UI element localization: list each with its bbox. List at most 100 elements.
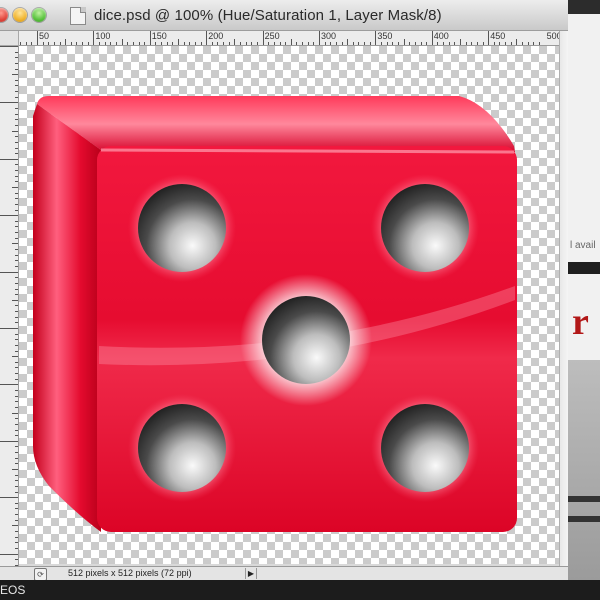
ruler-tick bbox=[465, 42, 467, 45]
ruler-tick bbox=[499, 42, 501, 45]
ruler-tick bbox=[15, 62, 18, 64]
ruler-tick bbox=[12, 243, 18, 245]
ruler-label: 350 bbox=[377, 31, 393, 41]
dice-image bbox=[33, 96, 517, 532]
ruler-tick bbox=[369, 42, 371, 45]
ruler-tick bbox=[302, 42, 304, 45]
ruler-tick bbox=[15, 153, 18, 155]
ruler-tick bbox=[493, 42, 495, 45]
ruler-tick bbox=[15, 378, 18, 380]
document-icon bbox=[70, 7, 86, 25]
ruler-tick bbox=[538, 42, 540, 45]
ruler-tick bbox=[15, 367, 18, 369]
horizontal-ruler[interactable]: 50 100 150 200 250 300 350 400 450 500 bbox=[19, 31, 559, 46]
ruler-tick bbox=[183, 42, 185, 45]
ruler-tick bbox=[0, 497, 18, 499]
ruler-tick bbox=[15, 254, 18, 256]
ruler-tick bbox=[15, 519, 18, 521]
ruler-tick bbox=[31, 42, 33, 45]
ruler-tick bbox=[15, 457, 18, 459]
ruler-tick bbox=[15, 452, 18, 454]
ruler-tick bbox=[132, 42, 134, 45]
ruler-tick bbox=[99, 42, 101, 45]
zoom-window-button[interactable] bbox=[32, 8, 46, 22]
ruler-tick bbox=[12, 525, 18, 527]
ruler-tick bbox=[15, 198, 18, 200]
ruler-tick bbox=[335, 42, 337, 45]
ruler-label: 400 bbox=[433, 31, 449, 41]
pip-bottom-right bbox=[381, 404, 469, 492]
pip-bottom-left bbox=[138, 404, 226, 492]
ruler-tick bbox=[20, 42, 22, 45]
ruler-tick bbox=[15, 232, 18, 234]
ruler-label: 450 bbox=[490, 31, 506, 41]
export-icon[interactable]: ⟳ bbox=[34, 568, 47, 580]
ruler-tick bbox=[15, 531, 18, 533]
ruler-tick bbox=[15, 401, 18, 403]
ruler-tick bbox=[15, 136, 18, 138]
ruler-tick bbox=[15, 406, 18, 408]
title-bar[interactable]: dice.psd @ 100% (Hue/Saturation 1, Layer… bbox=[0, 0, 568, 31]
ruler-tick bbox=[290, 39, 292, 45]
ruler-label: 250 bbox=[264, 31, 280, 41]
ruler-tick bbox=[15, 333, 18, 335]
ruler-tick bbox=[15, 311, 18, 313]
ruler-tick bbox=[15, 474, 18, 476]
ruler-tick bbox=[15, 220, 18, 222]
ruler-tick bbox=[471, 42, 473, 45]
document-info[interactable]: 512 pixels x 512 pixels (72 ppi) bbox=[68, 568, 192, 578]
ruler-tick bbox=[82, 42, 84, 45]
background-top-strip bbox=[568, 0, 600, 14]
ruler-tick bbox=[15, 141, 18, 143]
dice-top-face bbox=[37, 96, 515, 152]
ruler-tick bbox=[121, 39, 123, 45]
ruler-tick bbox=[15, 91, 18, 93]
ruler-tick bbox=[15, 68, 18, 70]
document-canvas[interactable] bbox=[19, 46, 559, 564]
ruler-tick bbox=[341, 42, 343, 45]
ruler-tick bbox=[262, 31, 264, 45]
vertical-scrollbar[interactable] bbox=[559, 31, 568, 566]
ruler-tick bbox=[15, 429, 18, 431]
ruler-tick bbox=[12, 412, 18, 414]
ruler-label: 50 bbox=[39, 31, 50, 41]
ruler-tick bbox=[15, 79, 18, 81]
vertical-ruler[interactable] bbox=[0, 46, 19, 566]
ruler-tick bbox=[240, 42, 242, 45]
ruler-tick bbox=[409, 42, 411, 45]
ruler-tick bbox=[358, 42, 360, 45]
ruler-tick bbox=[15, 536, 18, 538]
ruler-tick bbox=[234, 39, 236, 45]
ruler-tick bbox=[307, 42, 309, 45]
ruler-tick bbox=[15, 423, 18, 425]
ruler-tick bbox=[15, 249, 18, 251]
close-window-button[interactable] bbox=[0, 8, 8, 22]
ruler-tick bbox=[70, 42, 72, 45]
background-dark-bar bbox=[568, 262, 600, 274]
ruler-tick bbox=[15, 339, 18, 341]
window-title: dice.psd @ 100% (Hue/Saturation 1, Layer… bbox=[94, 7, 442, 24]
ruler-tick bbox=[15, 282, 18, 284]
ruler-origin[interactable] bbox=[0, 31, 19, 46]
minimize-window-button[interactable] bbox=[13, 8, 27, 22]
ruler-tick bbox=[15, 226, 18, 228]
ruler-tick bbox=[206, 31, 208, 45]
ruler-tick bbox=[0, 46, 18, 47]
ruler-tick bbox=[0, 215, 18, 217]
ruler-tick bbox=[324, 42, 326, 45]
ruler-tick bbox=[527, 42, 529, 45]
zoom-field[interactable] bbox=[2, 568, 30, 579]
ruler-label: 200 bbox=[208, 31, 224, 41]
status-menu-arrow-icon[interactable]: ▶ bbox=[245, 568, 257, 579]
ruler-tick bbox=[15, 192, 18, 194]
ruler-tick bbox=[251, 42, 253, 45]
ruler-tick bbox=[138, 42, 140, 45]
ruler-tick bbox=[115, 42, 117, 45]
ruler-tick bbox=[15, 446, 18, 448]
ruler-tick bbox=[448, 42, 450, 45]
ruler-tick bbox=[460, 39, 461, 45]
ruler-tick bbox=[15, 316, 18, 318]
ruler-tick bbox=[15, 350, 18, 352]
ruler-label: 300 bbox=[321, 31, 337, 41]
ruler-tick bbox=[161, 42, 163, 45]
